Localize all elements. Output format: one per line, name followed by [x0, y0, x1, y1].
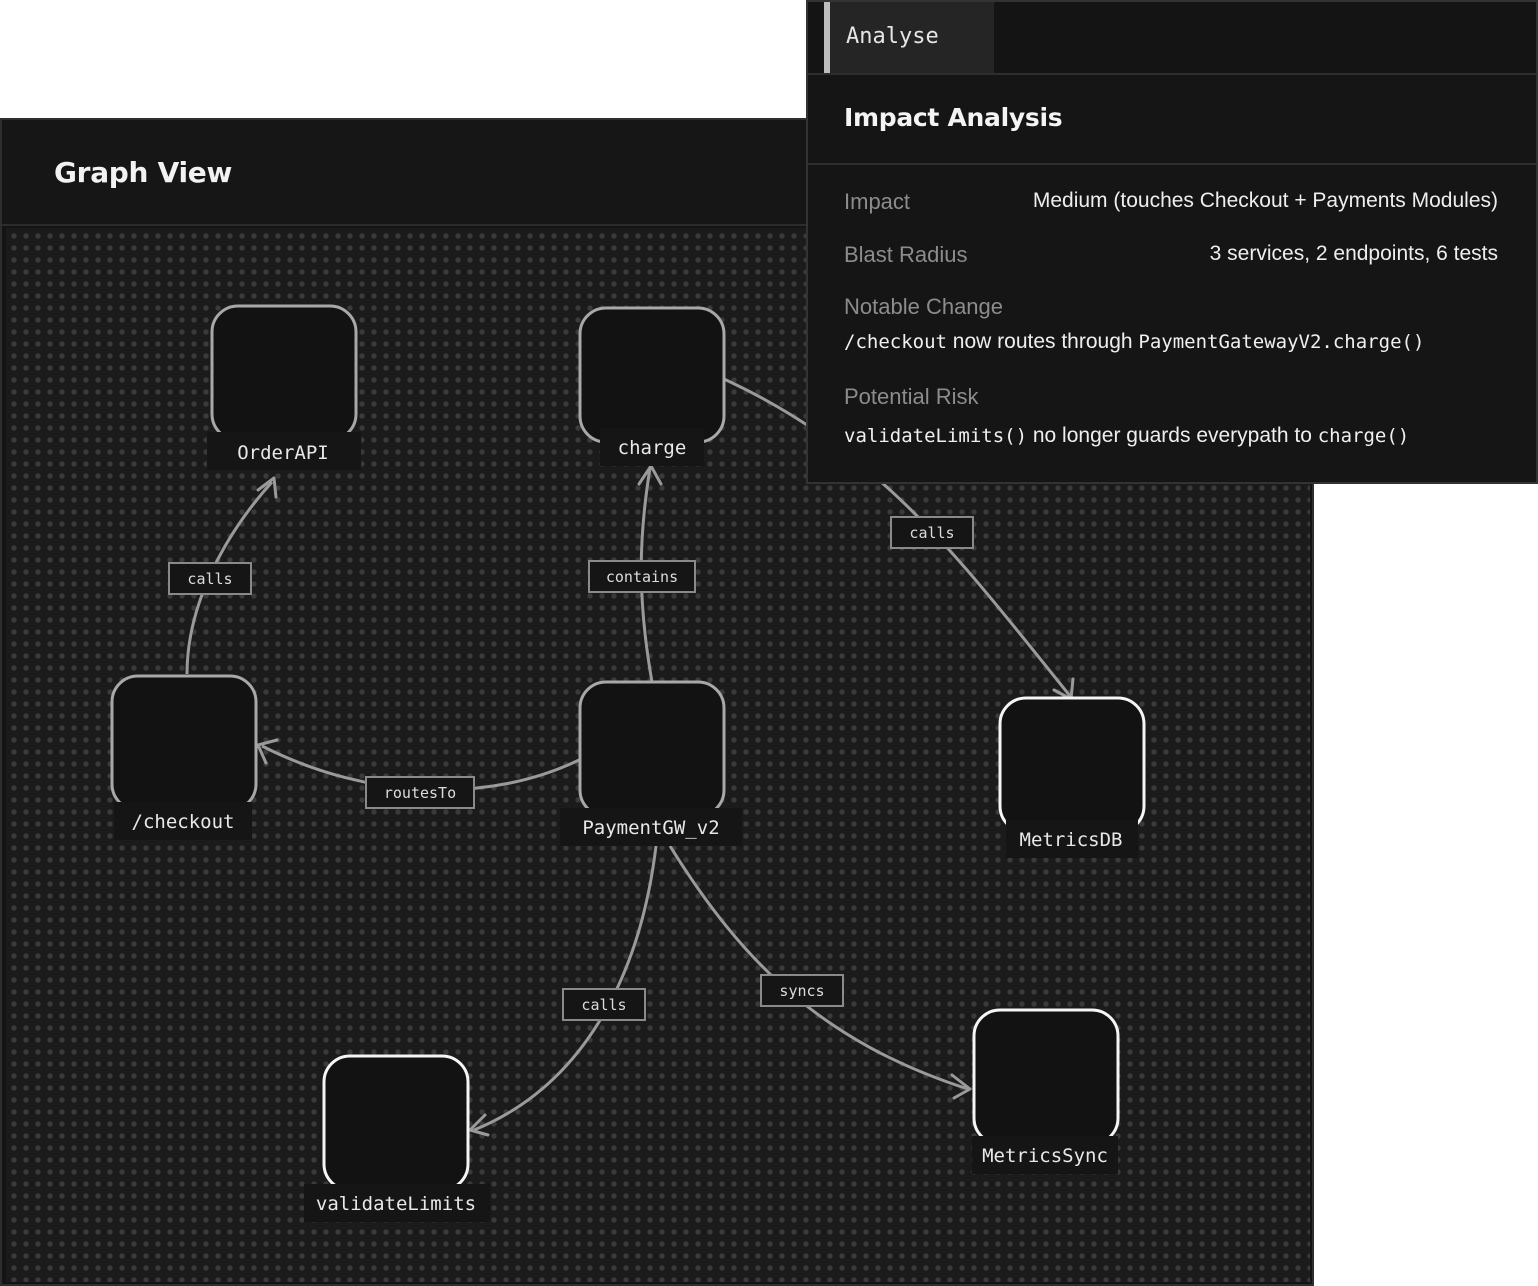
- edge-label-calls-charge-metricsdb: calls: [890, 516, 974, 549]
- edge-paymentgw-metricssync: [668, 845, 969, 1091]
- notable-change-body: now routes through: [946, 330, 1139, 353]
- node-orderapi-label: OrderAPI: [237, 442, 329, 464]
- potential-risk-body: no longer guards everypath to: [1027, 424, 1318, 447]
- node-charge-label: charge: [618, 437, 687, 459]
- node-paymentgw[interactable]: PaymentGW_v2: [560, 680, 742, 846]
- svg-text:calls: calls: [187, 570, 232, 588]
- tab-analyse-label: Analyse: [846, 24, 939, 49]
- edge-label-calls-checkout-orderapi: calls: [168, 562, 252, 595]
- node-metricsdb-label: MetricsDB: [1020, 829, 1123, 851]
- blast-radius-value: 3 services, 2 endpoints, 6 tests: [1209, 242, 1498, 265]
- svg-text:calls: calls: [909, 524, 954, 542]
- node-paymentgw-label: PaymentGW_v2: [582, 817, 719, 839]
- potential-risk-text: validateLimits() no longer guards everyp…: [844, 424, 1409, 448]
- edge-label-syncs: syncs: [760, 974, 844, 1007]
- node-checkout-label: /checkout: [132, 811, 235, 833]
- potential-risk-code-validate: validateLimits(): [844, 425, 1028, 447]
- node-metricssync-label: MetricsSync: [982, 1145, 1108, 1167]
- impact-value: Medium (touches Checkout + Payments Modu…: [1032, 189, 1498, 212]
- blast-radius-label: Blast Radius: [844, 242, 968, 267]
- graph-view-title: Graph View: [54, 156, 233, 189]
- node-metricssync[interactable]: MetricsSync: [972, 1008, 1120, 1174]
- node-validatelimits[interactable]: validateLimits: [304, 1054, 490, 1222]
- impact-analysis-title: Impact Analysis: [844, 103, 1063, 132]
- impact-label: Impact: [844, 189, 911, 214]
- edge-label-contains: contains: [588, 560, 696, 593]
- node-charge[interactable]: charge: [578, 306, 726, 466]
- svg-text:routesTo: routesTo: [384, 784, 456, 802]
- svg-text:syncs: syncs: [779, 982, 824, 1000]
- node-checkout[interactable]: /checkout: [110, 674, 258, 840]
- notable-change-label: Notable Change: [844, 294, 1004, 319]
- notable-change-code-charge: PaymentGatewayV2.charge(): [1138, 331, 1425, 353]
- analyse-tab-bar: Analyse: [808, 2, 1536, 75]
- svg-text:contains: contains: [606, 568, 678, 586]
- edge-label-routesto: routesTo: [365, 776, 475, 809]
- notable-change-code-checkout: /checkout: [844, 331, 947, 353]
- svg-text:calls: calls: [581, 996, 626, 1014]
- notable-change-text: /checkout now routes through PaymentGate…: [844, 330, 1424, 354]
- node-orderapi[interactable]: OrderAPI: [207, 304, 361, 470]
- edge-label-calls-paymentgw-validate: calls: [562, 988, 646, 1021]
- node-metricsdb[interactable]: MetricsDB: [998, 696, 1146, 858]
- node-validatelimits-label: validateLimits: [316, 1193, 476, 1215]
- impact-analysis-header: Impact Analysis: [808, 75, 1536, 165]
- analyse-panel: Analyse Impact Analysis Impact Medium (t…: [806, 0, 1538, 484]
- potential-risk-code-charge: charge(): [1317, 425, 1410, 447]
- potential-risk-label: Potential Risk: [844, 384, 979, 409]
- tab-analyse[interactable]: Analyse: [824, 2, 994, 73]
